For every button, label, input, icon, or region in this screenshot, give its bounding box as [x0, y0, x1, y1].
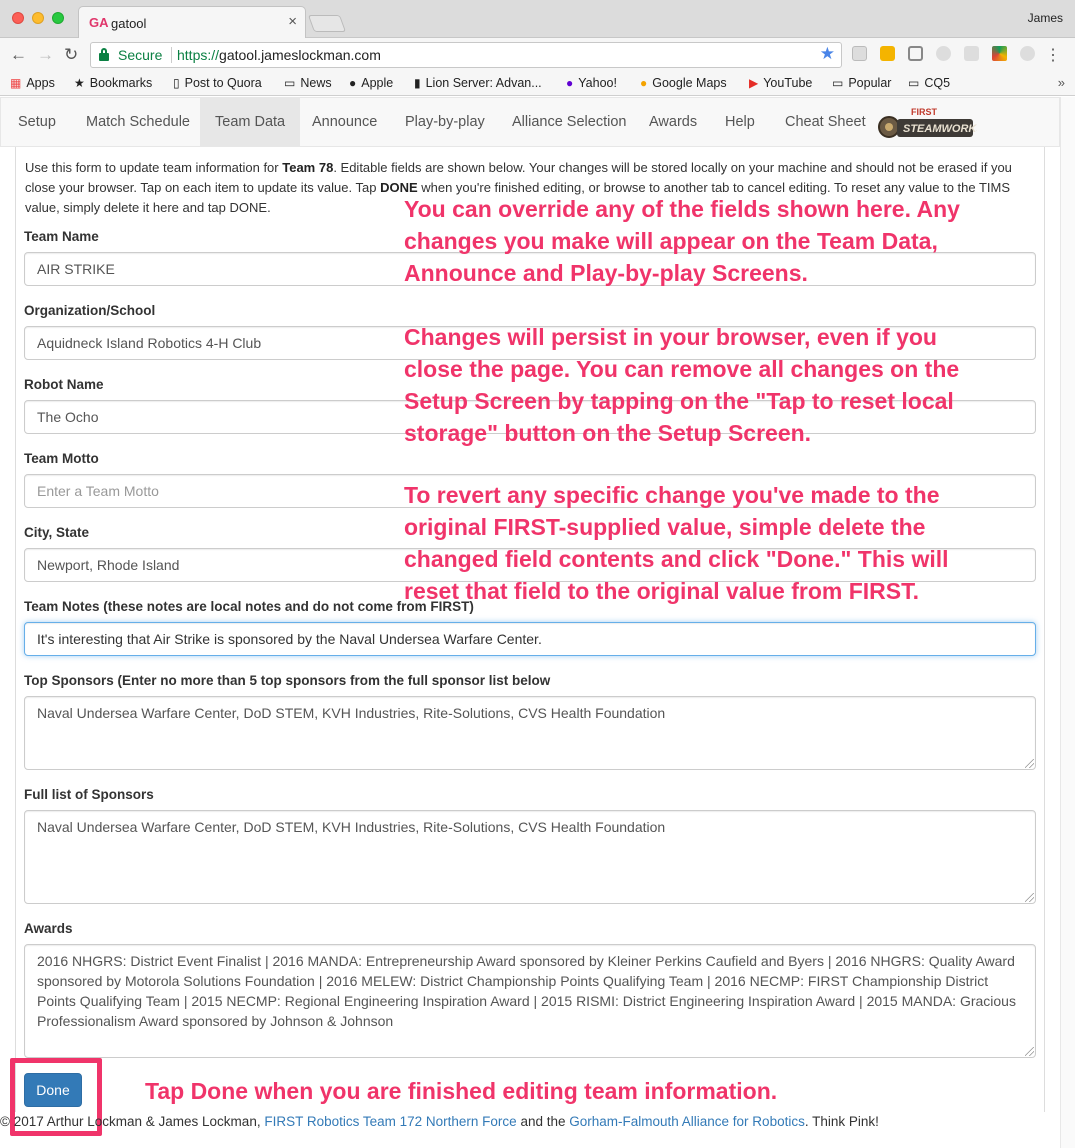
awards-label: Awards [24, 921, 73, 936]
app-navbar: Setup Match Schedule Team Data Announce … [0, 97, 1060, 147]
page-scrollbar[interactable] [1060, 97, 1075, 1148]
resize-grip-icon[interactable] [1025, 1047, 1034, 1056]
bookmark-bookmarks[interactable]: ★ Bookmarks [74, 76, 152, 90]
awards-textarea[interactable]: 2016 NHGRS: District Event Finalist | 20… [24, 944, 1036, 1058]
annotation-override-fields: You can override any of the fields shown… [404, 196, 960, 286]
footer-link-northern-force[interactable]: FIRST Robotics Team 172 Northern Force [264, 1114, 516, 1129]
apple-icon: ● [349, 76, 357, 90]
close-tab-icon[interactable]: × [288, 13, 297, 30]
page-footer: © 2017 Arthur Lockman & James Lockman, F… [0, 1114, 879, 1129]
close-window-button[interactable] [12, 12, 24, 24]
extension-icon[interactable] [964, 46, 979, 61]
bookmark-post-to-quora[interactable]: ▯ Post to Quora [173, 76, 262, 90]
nav-help[interactable]: Help [710, 98, 770, 147]
tab-title: gatool [111, 16, 147, 31]
top-sponsors-label: Top Sponsors (Enter no more than 5 top s… [24, 673, 551, 688]
address-bar[interactable]: Secure https://gatool.jameslockman.com ★ [90, 42, 842, 68]
bookmark-lion-server[interactable]: ▮ Lion Server: Advan... [414, 76, 542, 90]
folder-icon: ▭ [284, 76, 296, 90]
bookmark-google-maps[interactable]: ● Google Maps [640, 76, 727, 90]
nav-awards[interactable]: Awards [634, 98, 712, 147]
awards-text: 2016 NHGRS: District Event Finalist | 20… [37, 953, 1016, 1029]
nav-cheat-sheet[interactable]: Cheat Sheet [770, 98, 881, 147]
back-arrow-icon[interactable]: ← [10, 45, 27, 65]
browser-toolbar: ← → ↻ Secure https://gatool.jameslockman… [0, 38, 1075, 72]
folder-icon: ▭ [908, 76, 920, 90]
maps-icon: ● [640, 76, 648, 90]
logo-first-text: FIRST [911, 107, 938, 117]
top-sponsors-text: Naval Undersea Warfare Center, DoD STEM,… [37, 705, 666, 721]
bookmark-news[interactable]: ▭ News [284, 76, 332, 90]
bookmarks-overflow-icon[interactable]: » [1058, 75, 1065, 90]
new-tab-button[interactable] [307, 15, 347, 32]
nav-setup[interactable]: Setup [3, 98, 71, 147]
bookmark-apps[interactable]: ▦ Apps [10, 76, 55, 90]
team-name-label: Team Name [24, 229, 99, 244]
bookmark-apple[interactable]: ● Apple [349, 76, 393, 90]
star-icon: ★ [74, 76, 85, 90]
top-sponsors-textarea[interactable]: Naval Undersea Warfare Center, DoD STEM,… [24, 696, 1036, 770]
lock-icon [99, 48, 109, 61]
organization-label: Organization/School [24, 303, 156, 318]
team-motto-label: Team Motto [24, 451, 99, 466]
extension-icon[interactable] [1020, 46, 1035, 61]
bars-extension-icon[interactable] [880, 46, 895, 61]
annotation-tap-done: Tap Done when you are finished editing t… [145, 1078, 778, 1104]
reload-icon[interactable]: ↻ [64, 45, 78, 65]
team-notes-input[interactable]: It's interesting that Air Strike is spon… [24, 622, 1036, 656]
nav-team-data[interactable]: Team Data [200, 98, 301, 147]
zoom-window-button[interactable] [52, 12, 64, 24]
bookmarks-bar: ▦ Apps ★ Bookmarks ▯ Post to Quora ▭ News ● A… [0, 72, 1075, 96]
browser-tab-bar: GA gatool × James [0, 0, 1075, 39]
resize-grip-icon[interactable] [1025, 893, 1034, 902]
folder-icon: ▭ [832, 76, 844, 90]
full-sponsors-label: Full list of Sponsors [24, 787, 154, 802]
profile-name[interactable]: James [1028, 11, 1063, 25]
youtube-icon: ▶ [749, 76, 759, 90]
server-icon: ▮ [414, 76, 421, 90]
nav-announce[interactable]: Announce [297, 98, 392, 147]
gatool-favicon-icon: GA [89, 15, 109, 30]
annotation-persist-changes: Changes will persist in your browser, ev… [404, 324, 960, 446]
linkedin-extension-icon[interactable] [852, 46, 867, 61]
full-sponsors-text: Naval Undersea Warfare Center, DoD STEM,… [37, 819, 666, 835]
apps-grid-icon: ▦ [10, 76, 22, 90]
robot-name-label: Robot Name [24, 377, 104, 392]
extension-icon[interactable] [936, 46, 951, 61]
yahoo-icon: ● [566, 76, 574, 90]
logo-text: STEAMWORKS [903, 123, 977, 135]
nav-play-by-play[interactable]: Play-by-play [390, 98, 500, 147]
url-text: https://gatool.jameslockman.com [177, 47, 381, 63]
browser-tab[interactable]: GA gatool × [78, 6, 306, 39]
city-state-label: City, State [24, 525, 90, 540]
bookmark-cq5[interactable]: ▭ CQ5 [908, 76, 950, 90]
minimize-window-button[interactable] [32, 12, 44, 24]
bookmark-popular[interactable]: ▭ Popular [832, 76, 891, 90]
footer-link-gorham-falmouth[interactable]: Gorham-Falmouth Alliance for Robotics [569, 1114, 805, 1129]
forward-arrow-icon[interactable]: → [37, 45, 54, 65]
bookmark-youtube[interactable]: ▶ YouTube [749, 76, 812, 90]
annotation-revert-change: To revert any specific change you've mad… [404, 482, 949, 604]
nav-alliance-selection[interactable]: Alliance Selection [497, 98, 641, 147]
chrome-menu-icon[interactable]: ⋮ [1045, 45, 1061, 65]
resize-grip-icon[interactable] [1025, 759, 1034, 768]
bookmark-star-icon[interactable]: ★ [820, 44, 835, 64]
drive-icon[interactable] [992, 46, 1007, 61]
secure-label: Secure [118, 47, 163, 63]
bookmark-yahoo[interactable]: ● Yahoo! [566, 76, 617, 90]
full-sponsors-textarea[interactable]: Naval Undersea Warfare Center, DoD STEM,… [24, 810, 1036, 904]
nav-match-schedule[interactable]: Match Schedule [71, 98, 205, 147]
cast-icon[interactable] [908, 46, 923, 61]
steamworks-logo: FIRST STEAMWORKS [878, 107, 977, 138]
page-icon: ▯ [173, 76, 180, 90]
